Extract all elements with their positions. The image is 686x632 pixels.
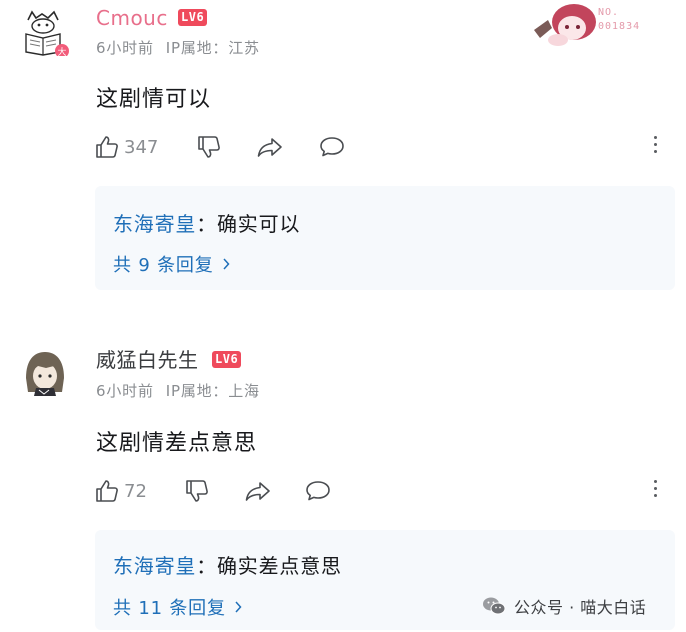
comment-text: 这剧情差点意思 xyxy=(96,431,258,456)
thumbs-up-icon xyxy=(96,136,118,158)
username[interactable]: Cmouc xyxy=(96,6,168,30)
chevron-right-icon xyxy=(235,601,242,613)
sticker-number: NO. 001834 xyxy=(598,6,640,34)
comment-meta: 6小时前 IP属地：江苏 xyxy=(96,37,272,58)
username[interactable]: 威猛白先生 xyxy=(96,348,199,372)
replies-count: 共 11 条回复 xyxy=(113,598,226,619)
reply-button[interactable] xyxy=(304,476,332,506)
reply-line: 东海寄皇：确实可以 xyxy=(113,208,300,237)
chevron-right-icon xyxy=(222,258,230,270)
thumbs-down-icon xyxy=(198,136,220,158)
reply-text: ：确实可以 xyxy=(196,212,301,236)
share-icon xyxy=(245,482,270,501)
dislike-button[interactable] xyxy=(184,476,210,506)
sticker-no-value: 001834 xyxy=(598,21,641,32)
reply-author[interactable]: 东海寄皇 xyxy=(113,554,196,578)
reply-text: ：确实差点意思 xyxy=(196,554,342,578)
thumbs-up-icon xyxy=(96,480,118,502)
level-badge: LV6 xyxy=(178,9,208,26)
comment-item: 威猛白先生 LV6 6小时前 IP属地：上海 这剧情差点意思 72 东海寄皇：确… xyxy=(0,338,686,632)
ip-location: IP属地：上海 xyxy=(165,382,260,400)
avatar[interactable] xyxy=(20,348,70,398)
reply-button[interactable] xyxy=(318,132,346,162)
view-replies-link[interactable]: 共 9 条回复 xyxy=(113,251,230,277)
share-icon xyxy=(257,138,282,157)
comment-text: 这剧情可以 xyxy=(96,87,212,112)
reply-preview[interactable]: 东海寄皇：确实可以 共 9 条回复 xyxy=(95,186,675,290)
svg-text:大: 大 xyxy=(57,46,66,56)
like-button[interactable]: 347 xyxy=(94,132,158,162)
share-button[interactable] xyxy=(244,476,272,506)
watermark: 公众号 · 喵大白话 xyxy=(482,594,646,618)
wechat-icon xyxy=(483,597,506,615)
like-button[interactable]: 72 xyxy=(94,476,147,506)
comment-meta: 6小时前 IP属地：上海 xyxy=(96,380,272,401)
more-options-icon[interactable] xyxy=(652,132,658,162)
like-count: 347 xyxy=(124,136,159,158)
watermark-text: 公众号 · 喵大白话 xyxy=(514,598,647,617)
reply-author[interactable]: 东海寄皇 xyxy=(113,212,196,236)
comment-bubble-icon xyxy=(320,137,344,157)
share-button[interactable] xyxy=(256,132,284,162)
replies-count: 共 9 条回复 xyxy=(113,255,214,276)
dislike-button[interactable] xyxy=(196,132,222,162)
comment-time: 6小时前 xyxy=(96,382,154,400)
action-bar: 347 xyxy=(92,132,672,162)
ip-location: IP属地：江苏 xyxy=(165,39,260,57)
sticker-no-label: NO. xyxy=(598,7,620,18)
like-count: 72 xyxy=(124,480,147,502)
thumbs-down-icon xyxy=(186,480,208,502)
level-badge: LV6 xyxy=(212,351,242,368)
decoration-sticker xyxy=(528,0,608,52)
view-replies-link[interactable]: 共 11 条回复 xyxy=(113,594,242,620)
reply-line: 东海寄皇：确实差点意思 xyxy=(113,550,342,579)
comment-time: 6小时前 xyxy=(96,39,154,57)
action-bar: 72 xyxy=(92,476,672,506)
comment-bubble-icon xyxy=(306,481,330,501)
avatar[interactable]: 大 xyxy=(20,6,70,58)
more-options-icon[interactable] xyxy=(652,476,658,506)
